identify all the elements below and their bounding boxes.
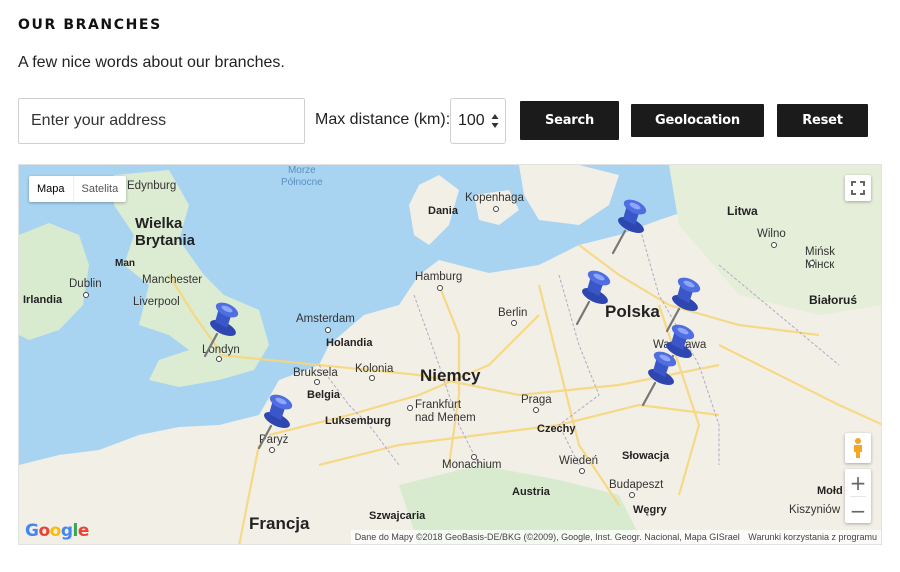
label-berlin: Berlin bbox=[498, 307, 528, 319]
dot-vienna bbox=[579, 468, 585, 474]
dot-budapest bbox=[629, 492, 635, 498]
label-vilnius: Wilno bbox=[757, 228, 786, 240]
page-subtitle: A few nice words about our branches. bbox=[18, 54, 285, 71]
dot-berlin bbox=[511, 320, 517, 326]
zoom-out-button[interactable]: − bbox=[845, 497, 871, 524]
label-belarus: Białoruś bbox=[809, 293, 858, 307]
search-button[interactable]: Search bbox=[520, 101, 619, 140]
label-brussels: Bruksela bbox=[293, 367, 338, 379]
street-view-button[interactable] bbox=[845, 433, 871, 463]
map-type-map[interactable]: Mapa bbox=[29, 176, 73, 202]
pegman-icon bbox=[854, 438, 862, 458]
attribution-text: Dane do Mapy ©2018 GeoBasis-DE/BKG (©200… bbox=[354, 532, 740, 542]
select-arrows-icon bbox=[491, 114, 499, 128]
label-luxembourg: Luksemburg bbox=[325, 415, 392, 427]
label-manchester: Manchester bbox=[142, 274, 203, 286]
max-distance-value: 100 bbox=[458, 112, 485, 129]
label-great-britain: Wielka Brytania bbox=[135, 215, 196, 250]
label-hungary: Węgry bbox=[633, 504, 667, 516]
max-distance-label: Max distance (km): bbox=[315, 111, 451, 128]
label-lithuania: Litwa bbox=[727, 204, 758, 218]
label-vienna: Wiedeń bbox=[559, 455, 598, 467]
label-netherlands: Holandia bbox=[326, 337, 373, 349]
zoom-control: + − bbox=[845, 469, 871, 523]
terms-link[interactable]: Warunki korzystania z programu bbox=[748, 532, 877, 542]
search-bar: Max distance (km): 100 Search Geolocatio… bbox=[18, 98, 882, 144]
fullscreen-icon bbox=[851, 181, 865, 195]
label-moldova: Mołd bbox=[817, 485, 843, 497]
label-hamburg: Hamburg bbox=[415, 271, 463, 283]
label-poland: Polska bbox=[605, 302, 660, 321]
dot-cologne bbox=[369, 375, 375, 381]
label-copenhagen: Kopenhaga bbox=[465, 192, 524, 204]
map-type-control: Mapa Satelita bbox=[29, 176, 127, 202]
label-switzerland: Szwajcaria bbox=[369, 510, 426, 522]
dot-dublin bbox=[83, 292, 89, 298]
label-edinburgh: Edynburg bbox=[127, 180, 177, 192]
label-slovakia: Słowacja bbox=[622, 450, 670, 462]
map-attribution: Dane do Mapy ©2018 GeoBasis-DE/BKG (©200… bbox=[350, 530, 881, 544]
page-title: OUR BRANCHES bbox=[18, 17, 162, 33]
label-munich: Monachium bbox=[442, 459, 502, 471]
google-logo: Google bbox=[25, 521, 89, 541]
dot-prague bbox=[533, 407, 539, 413]
dot-munich bbox=[471, 454, 477, 460]
max-distance-select[interactable]: 100 bbox=[450, 98, 506, 144]
dot-minsk bbox=[809, 260, 815, 266]
label-frankfurt: Frankfurt nad Menem bbox=[415, 399, 476, 425]
label-north-sea: Morze Północne bbox=[281, 165, 323, 188]
label-dublin: Dublin bbox=[69, 278, 102, 290]
dot-vilnius bbox=[771, 242, 777, 248]
fullscreen-button[interactable] bbox=[845, 175, 871, 201]
label-budapest: Budapeszt bbox=[609, 479, 664, 491]
branch-pin-poznan[interactable] bbox=[569, 266, 613, 330]
zoom-in-button[interactable]: + bbox=[845, 469, 871, 496]
reset-button[interactable]: Reset bbox=[777, 104, 868, 137]
label-germany: Niemcy bbox=[420, 366, 481, 385]
branch-pin-london[interactable] bbox=[197, 298, 241, 362]
branches-map[interactable]: Morze Północne Edynburg Wielka Brytania Ma… bbox=[18, 164, 882, 545]
label-austria: Austria bbox=[512, 486, 550, 498]
branch-pin-gdansk[interactable] bbox=[605, 195, 649, 259]
label-cologne: Kolonia bbox=[355, 363, 394, 375]
label-belgium: Belgia bbox=[307, 389, 341, 401]
geolocation-button[interactable]: Geolocation bbox=[631, 104, 764, 137]
dot-frankfurt bbox=[407, 405, 413, 411]
branch-pin-krakow[interactable] bbox=[635, 347, 679, 411]
label-ireland: Irlandia bbox=[23, 294, 63, 306]
dot-hamburg bbox=[437, 285, 443, 291]
address-input[interactable] bbox=[18, 98, 305, 144]
label-prague: Praga bbox=[521, 394, 552, 406]
label-liverpool: Liverpool bbox=[133, 296, 180, 308]
label-isle-of-man: Man bbox=[115, 258, 135, 269]
branch-pin-paris[interactable] bbox=[251, 390, 295, 454]
dot-amsterdam bbox=[325, 327, 331, 333]
label-kishinev: Kiszyniów bbox=[789, 504, 841, 516]
dot-copenhagen bbox=[493, 206, 499, 212]
label-minsk: Mińsk Мінск bbox=[805, 246, 836, 272]
label-france: Francja bbox=[249, 514, 310, 533]
label-denmark: Dania bbox=[428, 205, 458, 217]
dot-brussels bbox=[314, 379, 320, 385]
label-amsterdam: Amsterdam bbox=[296, 313, 355, 325]
label-czechia: Czechy bbox=[537, 423, 576, 435]
map-type-satellite[interactable]: Satelita bbox=[72, 176, 127, 202]
